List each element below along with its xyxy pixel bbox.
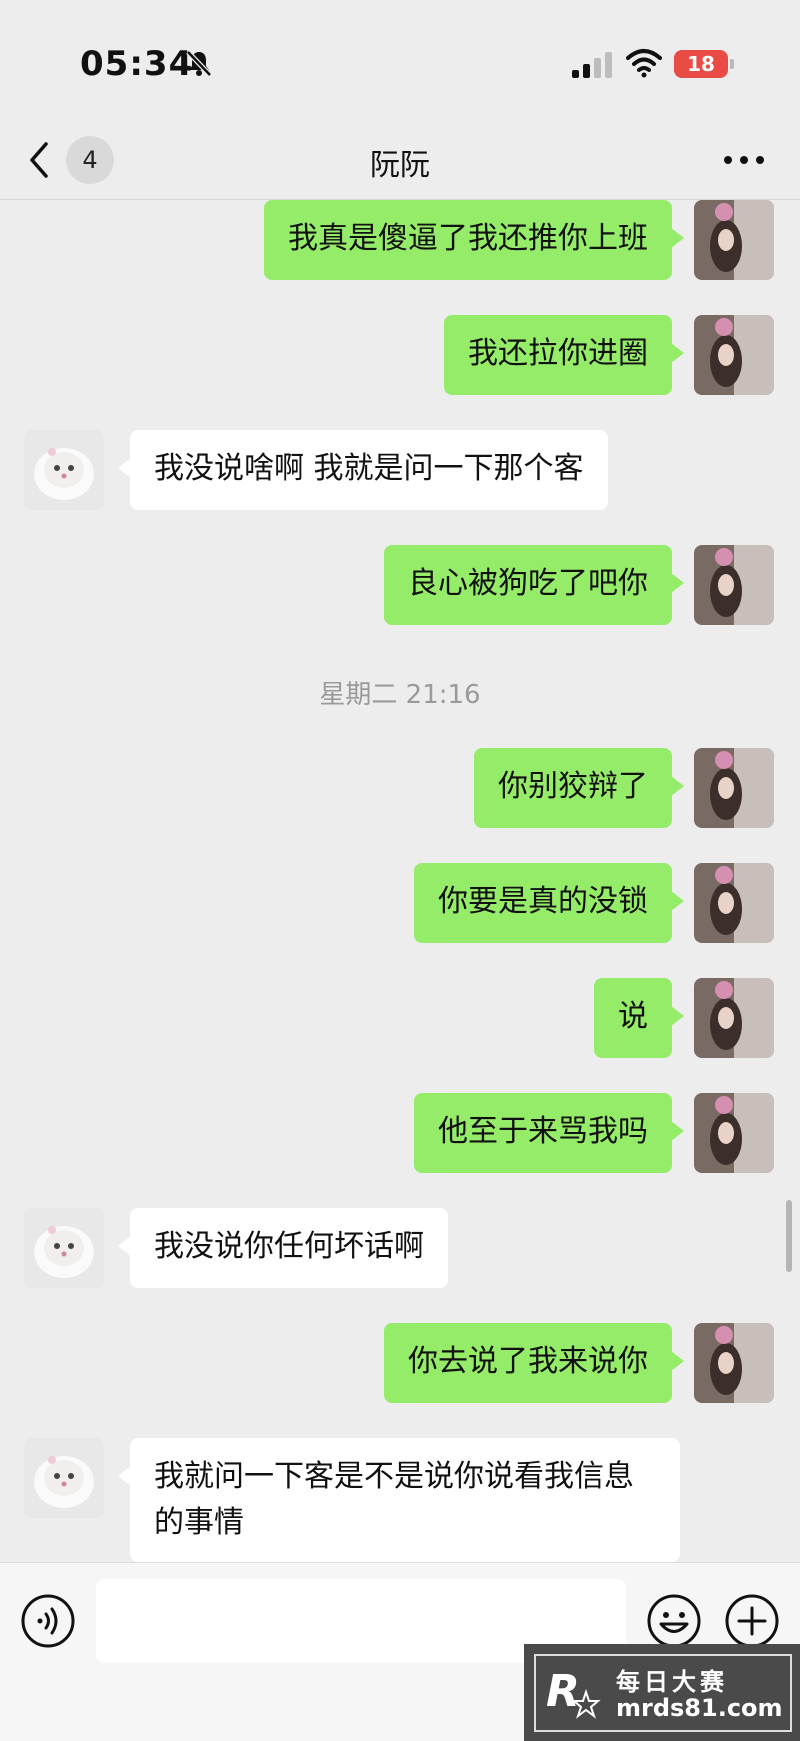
my-avatar[interactable]: [694, 545, 774, 625]
peer-message-bubble[interactable]: 我没说你任何坏话啊: [118, 1208, 448, 1288]
peer-avatar[interactable]: [24, 1208, 104, 1288]
my-message-bubble[interactable]: 说: [594, 978, 684, 1058]
status-time: 05:34: [80, 44, 194, 84]
my-avatar[interactable]: [694, 1093, 774, 1173]
my-avatar[interactable]: [694, 200, 774, 280]
my-avatar[interactable]: [694, 863, 774, 943]
battery-indicator: 18: [674, 50, 734, 78]
peer-message-bubble[interactable]: 我就问一下客是不是说你说看我信息的事情: [118, 1438, 680, 1562]
watermark-url: mrds81.com: [616, 1694, 783, 1722]
chat-header: 4 阮阮: [0, 120, 800, 200]
my-message-bubble[interactable]: 他至于来骂我吗: [414, 1093, 684, 1173]
peer-avatar[interactable]: [24, 1438, 104, 1518]
my-message-bubble[interactable]: 我还拉你进圈: [444, 315, 684, 395]
wifi-icon: [626, 48, 662, 78]
voice-icon[interactable]: [20, 1593, 76, 1649]
plus-icon[interactable]: [724, 1593, 780, 1649]
peer-avatar[interactable]: [24, 430, 104, 510]
my-avatar[interactable]: [694, 748, 774, 828]
my-message-bubble[interactable]: 你要是真的没锁: [414, 863, 684, 943]
chat-title: 阮阮: [370, 148, 430, 183]
peer-message-bubble[interactable]: 我没说啥啊 我就是问一下那个客: [118, 430, 608, 510]
signal-icon: [572, 52, 614, 78]
my-message-bubble[interactable]: 我真是傻逼了我还推你上班: [264, 200, 684, 280]
watermark-frame: R 每日大赛 mrds81.com: [534, 1654, 792, 1732]
message-timestamp: 星期二 21:16: [319, 680, 481, 710]
bell-slash-icon: [184, 48, 214, 78]
my-avatar[interactable]: [694, 978, 774, 1058]
watermark: R 每日大赛 mrds81.com: [524, 1644, 800, 1741]
emoji-icon[interactable]: [646, 1593, 702, 1649]
more-dots-icon[interactable]: [724, 150, 764, 170]
message-list[interactable]: 我真是傻逼了我还推你上班 我还拉你进圈 我没说啥啊 我就是问一下那个客 良心被狗…: [0, 200, 800, 1562]
my-message-bubble[interactable]: 你去说了我来说你: [384, 1323, 684, 1403]
my-avatar[interactable]: [694, 315, 774, 395]
my-avatar[interactable]: [694, 1323, 774, 1403]
svg-text:R: R: [546, 1666, 580, 1717]
watermark-logo-icon: R: [542, 1662, 604, 1724]
status-bar: 05:34 18: [0, 0, 800, 120]
my-message-bubble[interactable]: 你别狡辩了: [474, 748, 684, 828]
scrollbar[interactable]: [786, 1200, 792, 1272]
my-message-bubble[interactable]: 良心被狗吃了吧你: [384, 545, 684, 625]
watermark-title: 每日大赛: [616, 1668, 728, 1696]
